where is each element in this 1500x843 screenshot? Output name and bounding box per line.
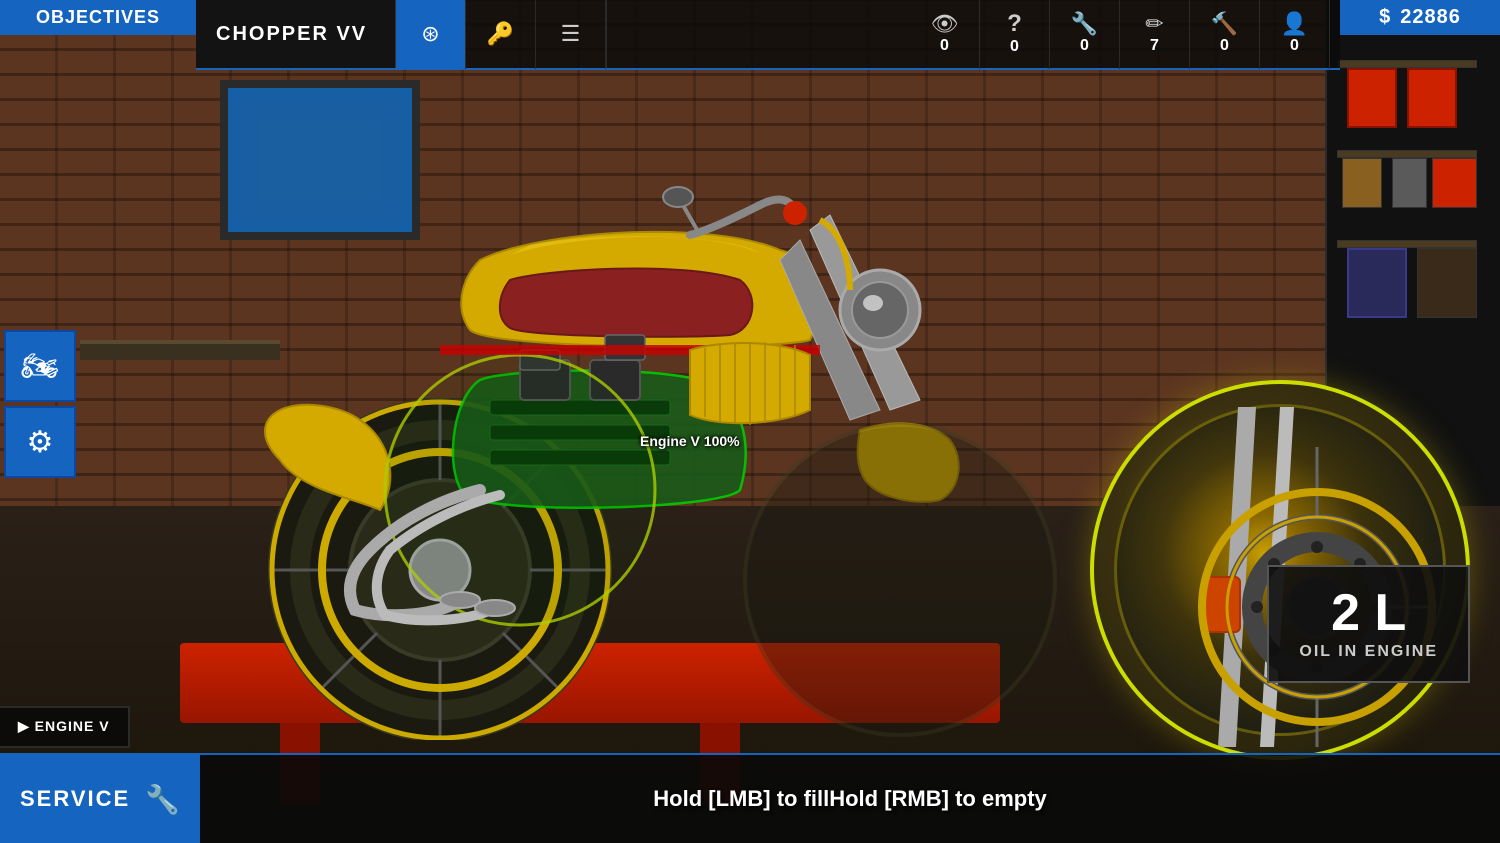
help-count: 0	[1010, 38, 1019, 56]
hint-text: Hold [LMB] to fillHold [RMB] to empty	[653, 786, 1046, 812]
service-button[interactable]: SERVICE 🔧	[0, 755, 200, 843]
vehicle-name-panel: CHOPPER VV	[196, 0, 396, 68]
motorcycle-render	[60, 60, 1110, 740]
currency-symbol: $	[1379, 6, 1390, 29]
icon-group-edit[interactable]: ✏ 7	[1120, 0, 1190, 69]
top-icons-group: 👁 0 ? 0 🔧 0 ✏ 7 🔨 0 👤 0	[607, 0, 1340, 68]
list-icon: ☰	[561, 23, 581, 45]
icon-group-hammer[interactable]: 🔨 0	[1190, 0, 1260, 69]
wrench-screwdriver-icon: 🔧	[145, 783, 180, 816]
icon-group-eye[interactable]: 👁 0	[910, 0, 980, 69]
bottom-bar: SERVICE 🔧 Hold [LMB] to fillHold [RMB] t…	[0, 753, 1500, 843]
left-panel: 🏍 ⚙	[0, 330, 80, 478]
icon-group-wrench[interactable]: 🔧 0	[1050, 0, 1120, 69]
engine-label: Engine V 100%	[640, 433, 740, 449]
icon-group-person[interactable]: 👤 0	[1260, 0, 1330, 69]
pencil-icon: ✏	[1145, 13, 1163, 35]
top-bar: CHOPPER VV ⊛ 🔑 ☰ 👁 0 ? 0 🔧 0 ✏	[196, 0, 1340, 70]
oil-label-text: OIL IN ENGINE	[1299, 643, 1438, 661]
eye-icon: 👁	[931, 13, 959, 35]
person-icon: 👤	[1281, 13, 1308, 35]
objectives-label: Objectives	[36, 7, 160, 28]
engine-tab[interactable]: ▶ ENGINE V	[0, 706, 130, 748]
money-amount: 22886	[1400, 6, 1461, 29]
hammer-count: 0	[1220, 37, 1229, 55]
game-background	[0, 0, 1500, 843]
objectives-button[interactable]: Objectives	[0, 0, 196, 35]
person-count: 0	[1290, 37, 1299, 55]
hammer-icon: 🔨	[1211, 13, 1238, 35]
bottom-hint-area: Hold [LMB] to fillHold [RMB] to empty	[200, 786, 1500, 812]
engine-label-text: Engine V 100%	[640, 433, 740, 449]
eye-count: 0	[940, 37, 949, 55]
engine-tab-label: ENGINE V	[35, 718, 110, 734]
engine-tab-arrow: ▶	[18, 718, 35, 734]
wrench-icon: 🔧	[1071, 13, 1098, 35]
key-icon: 🔑	[487, 23, 514, 45]
wrench-count: 0	[1080, 37, 1089, 55]
oil-amount-text: 2 L	[1299, 587, 1438, 639]
service-label-text: SERVICE	[20, 786, 130, 812]
money-bar: $ 22886	[1340, 0, 1500, 35]
circle-lines-icon: ⊛	[421, 23, 439, 45]
motorcycle-icon: 🏍	[21, 349, 59, 384]
engine-view-button[interactable]: ⚙	[4, 406, 76, 478]
top-icon-view3[interactable]: ☰	[536, 0, 606, 69]
engine-icon: ⚙	[27, 425, 54, 460]
question-icon: ?	[1007, 12, 1022, 36]
motorcycle-view-button[interactable]: 🏍	[4, 330, 76, 402]
top-icon-view1[interactable]: ⊛	[396, 0, 466, 69]
icon-group-help[interactable]: ? 0	[980, 0, 1050, 69]
oil-info-panel: 2 L OIL IN ENGINE	[1267, 565, 1470, 683]
edit-count: 7	[1150, 37, 1159, 55]
top-icon-view2[interactable]: 🔑	[466, 0, 536, 69]
vehicle-name-text: CHOPPER VV	[216, 23, 367, 46]
